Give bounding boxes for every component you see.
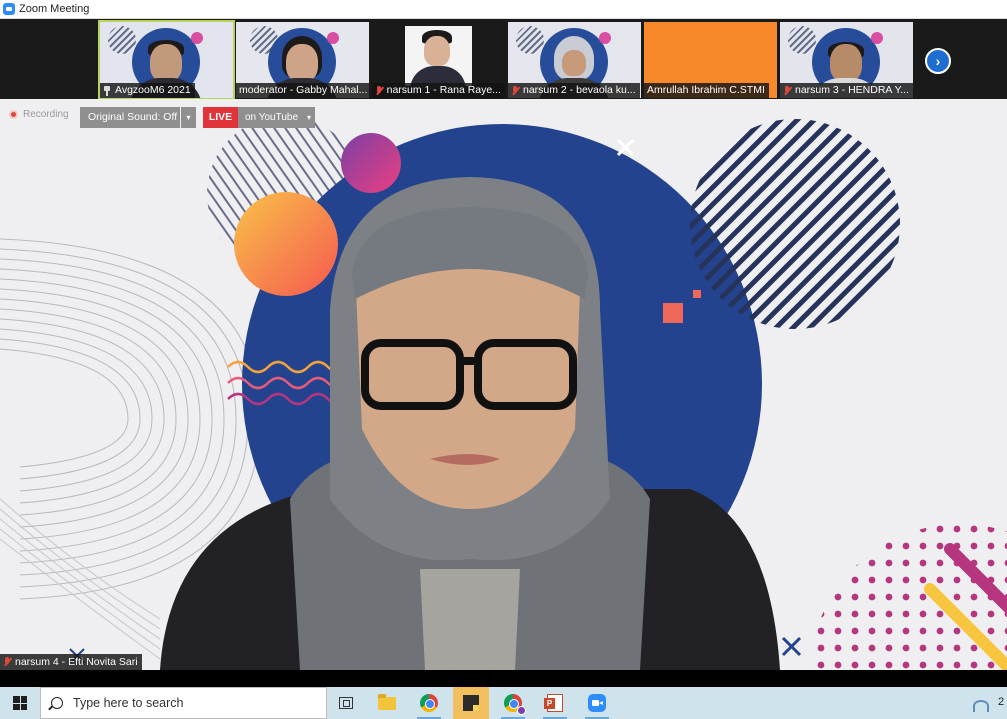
- system-clock[interactable]: 2: [998, 696, 1004, 708]
- participant-name-label: narsum 3 - HENDRA Y...: [780, 83, 913, 98]
- participant-name-label: narsum 2 - bevaola ku...: [508, 83, 640, 98]
- sticky-notes-icon: [463, 695, 479, 711]
- participant-thumbnail-4[interactable]: narsum 2 - bevaola ku...: [508, 22, 641, 98]
- participant-thumbnail-5[interactable]: Amrullah Ibrahim C.STMI: [644, 22, 777, 98]
- chrome-button[interactable]: [411, 687, 447, 719]
- folder-icon: [378, 693, 396, 710]
- task-view-button[interactable]: [328, 687, 364, 719]
- window-title: Zoom Meeting: [19, 3, 90, 15]
- powerpoint-button[interactable]: [537, 687, 573, 719]
- chevron-down-icon: ▾: [306, 113, 311, 122]
- task-view-icon: [339, 697, 353, 709]
- participant-name-label: narsum 1 - Rana Raye...: [372, 83, 505, 98]
- live-badge: LIVE: [203, 107, 238, 128]
- mic-off-icon: [783, 85, 791, 96]
- file-explorer-button[interactable]: [369, 687, 405, 719]
- participant-thumbnail-2[interactable]: moderator - Gabby Mahal...: [236, 22, 369, 98]
- pin-icon: [103, 85, 111, 96]
- virtual-background: [0, 99, 1007, 670]
- zoom-window: Zoom Meeting AvgzooM6 2021 moderator - G…: [0, 0, 1007, 719]
- mic-off-icon: [511, 85, 519, 96]
- windows-logo-icon: [13, 696, 27, 710]
- mic-off-icon: [3, 657, 11, 667]
- participant-strip: AvgzooM6 2021 moderator - Gabby Mahal...: [0, 19, 1007, 100]
- participant-name-label: AvgzooM6 2021: [100, 83, 195, 98]
- participant-thumbnail-3[interactable]: narsum 1 - Rana Raye...: [372, 22, 505, 98]
- next-page-button[interactable]: ›: [925, 48, 951, 74]
- original-sound-button[interactable]: Original Sound: Off: [80, 107, 180, 128]
- chevron-right-icon: ›: [935, 53, 941, 69]
- record-icon: [9, 110, 18, 119]
- chrome-icon: [420, 694, 438, 712]
- mic-off-icon: [375, 85, 383, 96]
- start-button[interactable]: [0, 687, 40, 719]
- zoom-logo-icon: [3, 3, 15, 15]
- zoom-taskbar-button[interactable]: [579, 687, 615, 719]
- chrome-profile-icon: [504, 694, 526, 715]
- participant-thumbnail-1[interactable]: AvgzooM6 2021: [98, 20, 235, 100]
- chrome-profile-button[interactable]: [495, 687, 531, 719]
- live-on-youtube-button[interactable]: on YouTube ▾: [238, 107, 315, 128]
- powerpoint-icon: [544, 694, 563, 712]
- search-icon: [51, 697, 63, 709]
- active-speaker-name-label: narsum 4 - Efti Novita Sari: [0, 654, 142, 670]
- zoom-icon: [588, 694, 606, 712]
- participant-name-label: moderator - Gabby Mahal...: [236, 83, 369, 98]
- title-bar: Zoom Meeting: [0, 0, 1007, 19]
- participant-name-label: Amrullah Ibrahim C.STMI: [644, 83, 769, 98]
- network-icon[interactable]: [973, 696, 989, 712]
- original-sound-dropdown-button[interactable]: ▾: [181, 107, 196, 128]
- recording-indicator: Recording: [9, 109, 69, 120]
- sticky-notes-button[interactable]: [453, 687, 489, 719]
- windows-taskbar: Type here to search 2: [0, 687, 1007, 719]
- participant-thumbnail-6[interactable]: narsum 3 - HENDRA Y...: [780, 22, 913, 98]
- taskbar-search-box[interactable]: Type here to search: [40, 687, 327, 719]
- active-speaker-video[interactable]: Recording Original Sound: Off ▾ LIVE on …: [0, 99, 1007, 670]
